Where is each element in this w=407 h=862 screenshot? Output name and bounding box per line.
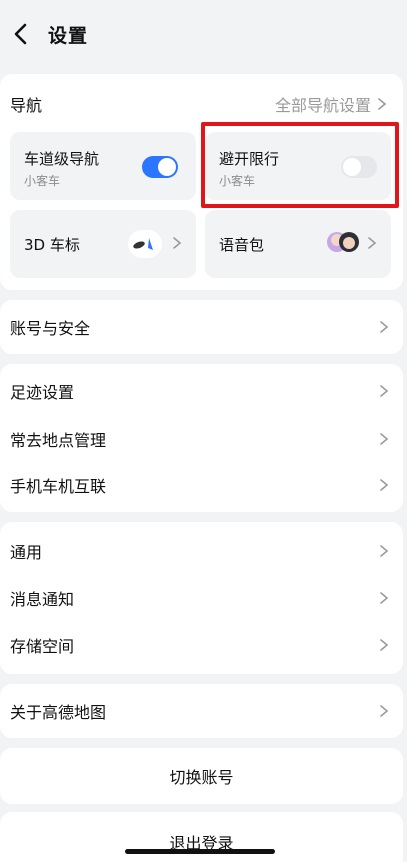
voice-avatars-icon <box>325 226 361 258</box>
chevron-right-icon <box>173 237 182 249</box>
switch-account-label: 切换账号 <box>169 768 234 787</box>
row-phone-car-link[interactable]: 手机车机互联 <box>0 462 403 508</box>
tile-lane-navigation-title: 车道级导航 <box>24 150 100 168</box>
page-title: 设置 <box>48 25 89 47</box>
row-storage[interactable]: 存储空间 <box>0 622 403 668</box>
chevron-right-icon <box>380 433 389 445</box>
chevron-right-icon <box>380 705 389 717</box>
account-security-card: 账号与安全 <box>0 300 403 354</box>
navigation-section-title: 导航 <box>10 96 43 115</box>
chevron-right-icon <box>380 545 389 557</box>
header-bar: 设置 <box>0 0 407 70</box>
home-indicator <box>125 849 275 854</box>
tile-3d-car-icon-title: 3D 车标 <box>24 236 80 254</box>
row-frequent-places[interactable]: 常去地点管理 <box>0 416 403 462</box>
back-chevron-icon[interactable] <box>8 20 36 48</box>
chevron-right-icon <box>378 98 387 110</box>
tile-voice-pack-title: 语音包 <box>219 236 265 254</box>
row-storage-label: 存储空间 <box>10 637 75 656</box>
chevron-right-icon <box>380 592 389 604</box>
chevron-right-icon <box>380 321 389 333</box>
toggle-knob <box>158 158 176 176</box>
all-navigation-settings-link[interactable]: 全部导航设置 <box>275 92 389 116</box>
row-general[interactable]: 通用 <box>0 528 403 574</box>
lane-navigation-toggle[interactable] <box>142 156 178 178</box>
tile-lane-navigation[interactable]: 车道级导航 小客车 <box>10 132 196 200</box>
chevron-right-icon <box>368 237 377 249</box>
row-about-label: 关于高德地图 <box>10 703 107 722</box>
row-notifications[interactable]: 消息通知 <box>0 575 403 621</box>
row-phone-car-link-label: 手机车机互联 <box>10 477 107 496</box>
switch-account-button[interactable]: 切换账号 <box>0 748 403 804</box>
car-preview-icon <box>128 230 162 258</box>
row-frequent-places-label: 常去地点管理 <box>10 431 107 450</box>
row-footprint-settings[interactable]: 足迹设置 <box>0 368 403 414</box>
chevron-right-icon <box>380 385 389 397</box>
tile-voice-pack[interactable]: 语音包 <box>205 210 391 278</box>
footprint-card: 足迹设置 常去地点管理 手机车机互联 <box>0 364 403 512</box>
tile-3d-car-icon[interactable]: 3D 车标 <box>10 210 196 278</box>
row-account-security-label: 账号与安全 <box>10 319 91 338</box>
all-navigation-settings-label: 全部导航设置 <box>274 96 371 115</box>
row-about[interactable]: 关于高德地图 <box>0 688 403 734</box>
row-footprint-settings-label: 足迹设置 <box>10 383 75 402</box>
general-card: 通用 消息通知 存储空间 <box>0 522 403 674</box>
about-card: 关于高德地图 <box>0 684 403 738</box>
logout-button[interactable]: 退出登录 <box>0 812 403 862</box>
chevron-right-icon <box>380 639 389 651</box>
chevron-right-icon <box>380 479 389 491</box>
tile-lane-navigation-subtitle: 小客车 <box>24 174 61 188</box>
row-account-security[interactable]: 账号与安全 <box>0 304 403 350</box>
row-notifications-label: 消息通知 <box>10 590 75 609</box>
row-general-label: 通用 <box>10 543 43 562</box>
highlight-box <box>201 122 399 208</box>
